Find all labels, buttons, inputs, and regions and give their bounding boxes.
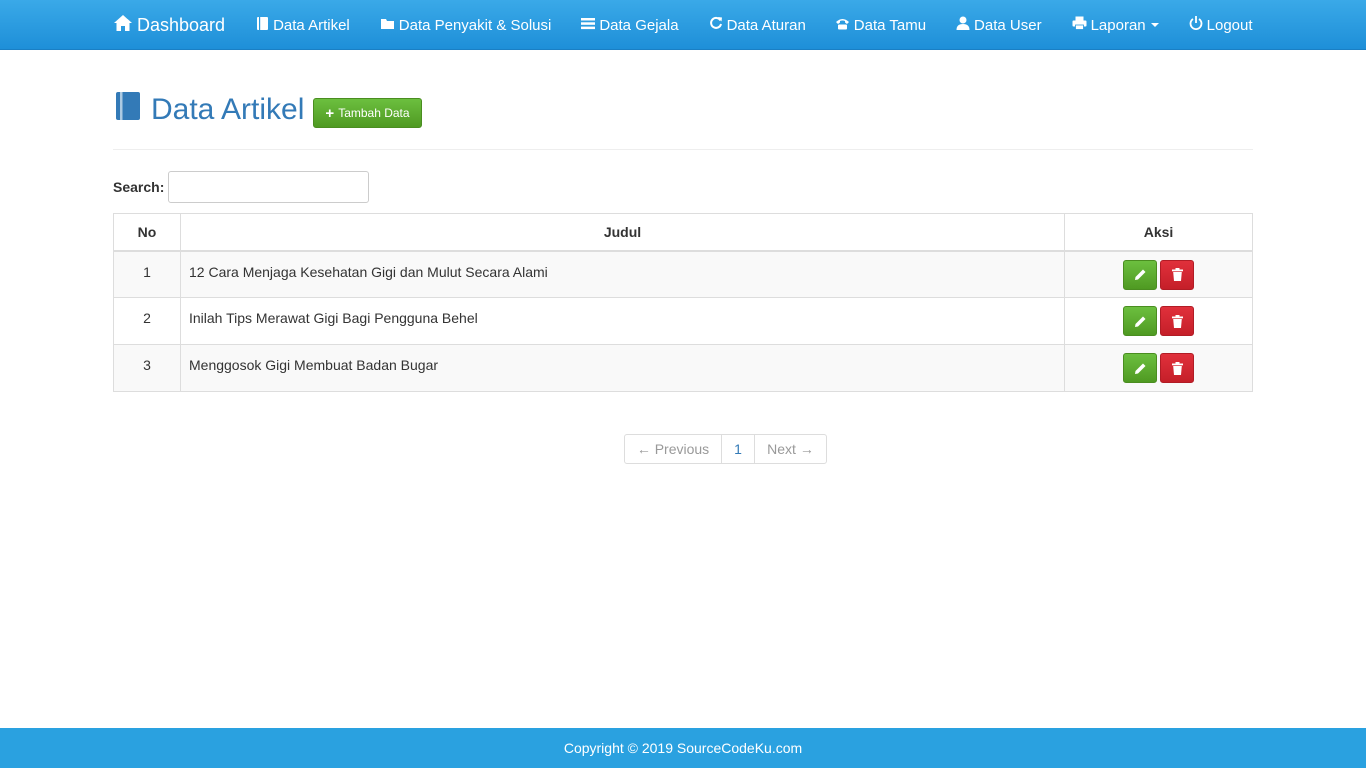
power-icon — [1189, 16, 1207, 34]
nav-logout-label: Logout — [1206, 16, 1253, 34]
cell-no: 1 — [113, 250, 181, 298]
nav-logout[interactable]: Logout — [1189, 16, 1253, 34]
table-row: 3 Menggosok Gigi Membuat Badan Bugar — [113, 344, 1253, 392]
cell-no: 2 — [113, 297, 181, 345]
pencil-icon — [1134, 269, 1145, 280]
page-title-text: Data Artikel — [151, 93, 305, 126]
footer-copyright: Copyright © 2019 SourceCodeKu.com — [563, 740, 803, 756]
delete-button[interactable] — [1160, 259, 1194, 290]
nav-data-user-label: Data User — [974, 16, 1042, 34]
nav-data-artikel[interactable]: Data Artikel — [256, 16, 350, 35]
header-no[interactable]: No — [113, 213, 181, 252]
pagination-next[interactable]: Next → — [754, 434, 827, 464]
nav-menu: Dashboard Data Artikel Data Penyakit & S… — [113, 0, 1253, 50]
pagination: ← Previous 1 Next → — [624, 434, 827, 464]
edit-button[interactable] — [1123, 353, 1157, 383]
pencil-icon — [1134, 316, 1145, 327]
pagination-previous[interactable]: ← Previous — [624, 434, 722, 464]
nav-data-gejala[interactable]: Data Gejala — [581, 16, 679, 34]
cell-judul: Menggosok Gigi Membuat Badan Bugar — [180, 344, 1065, 392]
pencil-icon — [1134, 363, 1145, 374]
nav-data-gejala-label: Data Gejala — [599, 16, 679, 34]
delete-button[interactable] — [1160, 353, 1194, 383]
delete-button[interactable] — [1160, 306, 1194, 336]
header-aksi: Aksi — [1064, 213, 1253, 252]
cell-no: 3 — [113, 344, 181, 392]
list-icon — [581, 17, 599, 34]
header-judul[interactable]: Judul — [180, 213, 1065, 252]
pagination-page-1[interactable]: 1 — [721, 434, 755, 464]
nav-data-artikel-label: Data Artikel — [273, 16, 350, 34]
page-header: Data Artikel + Tambah Data — [113, 90, 1253, 150]
trash-icon — [1171, 268, 1183, 281]
add-data-label: Tambah Data — [338, 106, 410, 120]
articles-table: No Judul Aksi 1 12 Cara Menjaga Kesehata… — [113, 213, 1253, 392]
nav-data-penyakit-label: Data Penyakit & Solusi — [398, 16, 552, 34]
refresh-icon — [709, 16, 727, 34]
edit-button[interactable] — [1123, 306, 1157, 336]
nav-dashboard-label: Dashboard — [137, 14, 226, 35]
trash-icon — [1171, 314, 1183, 328]
caret-down-icon — [1150, 23, 1159, 27]
page-title: Data Artikel — [113, 90, 304, 130]
nav-data-penyakit[interactable]: Data Penyakit & Solusi — [380, 16, 552, 34]
nav-data-tamu[interactable]: Data Tamu — [835, 17, 926, 34]
plus-icon: + — [325, 104, 335, 122]
cell-aksi — [1064, 297, 1253, 345]
home-icon — [113, 14, 137, 37]
nav-dashboard[interactable]: Dashboard — [113, 14, 225, 37]
phone-icon — [835, 17, 854, 34]
search-label: Search: — [113, 179, 165, 195]
cell-judul: 12 Cara Menjaga Kesehatan Gigi dan Mulut… — [180, 250, 1065, 298]
nav-data-tamu-label: Data Tamu — [853, 16, 927, 34]
table-row: 2 Inilah Tips Merawat Gigi Bagi Pengguna… — [113, 297, 1253, 345]
nav-data-user[interactable]: Data User — [956, 16, 1042, 34]
table-row: 1 12 Cara Menjaga Kesehatan Gigi dan Mul… — [113, 250, 1253, 298]
user-icon — [956, 16, 974, 34]
nav-data-aturan-label: Data Aturan — [726, 16, 806, 34]
book-icon — [256, 16, 273, 35]
navbar: Dashboard Data Artikel Data Penyakit & S… — [0, 0, 1366, 50]
footer: Copyright © 2019 SourceCodeKu.com — [0, 728, 1366, 768]
search-input[interactable] — [168, 171, 370, 203]
nav-data-aturan[interactable]: Data Aturan — [709, 16, 806, 34]
add-data-button[interactable]: + Tambah Data — [313, 98, 422, 128]
table-header-row: No Judul Aksi — [113, 213, 1253, 252]
cell-aksi — [1064, 250, 1253, 298]
cell-aksi — [1064, 344, 1253, 392]
nav-laporan-label: Laporan — [1090, 16, 1146, 34]
search-row: Search: — [113, 171, 370, 203]
folder-icon — [380, 17, 399, 34]
edit-button[interactable] — [1123, 259, 1157, 290]
nav-laporan-dropdown[interactable]: Laporan — [1072, 16, 1159, 34]
cell-judul: Inilah Tips Merawat Gigi Bagi Pengguna B… — [180, 297, 1065, 345]
print-icon — [1072, 16, 1091, 34]
trash-icon — [1171, 361, 1183, 375]
book-icon — [113, 90, 151, 130]
